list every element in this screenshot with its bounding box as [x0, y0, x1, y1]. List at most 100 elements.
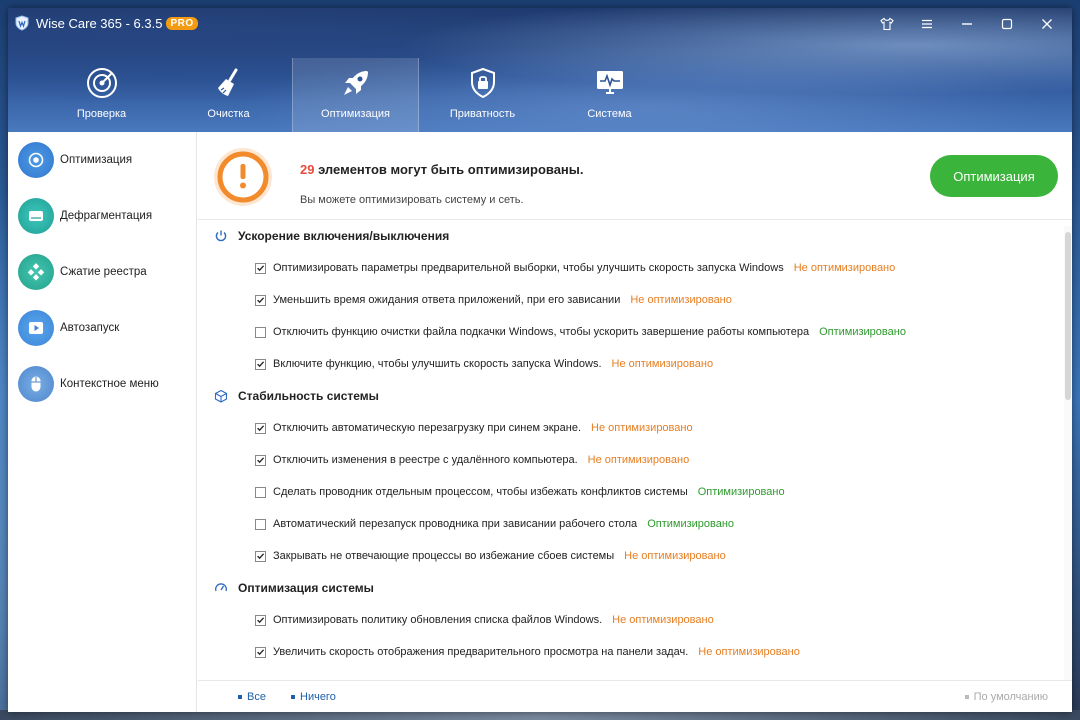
warning-icon [214, 148, 272, 206]
speedometer-icon [215, 583, 227, 592]
lock-shield-icon [470, 67, 495, 99]
select-none-link[interactable]: Ничего [291, 691, 336, 703]
section-header: Ускорение включения/выключения [198, 220, 449, 252]
sidebar-item-label: Автозапуск [60, 322, 120, 334]
option-row[interactable]: Отключить автоматическую перезагрузку пр… [198, 412, 693, 444]
sidebar-item-registry[interactable]: Сжатие реестра [8, 244, 196, 300]
pro-badge: PRO [166, 16, 198, 30]
title-bar: Wise Care 365 - 6.3.5 PRO [8, 8, 1072, 38]
option-row[interactable]: Закрывать не отвечающие процессы во избе… [198, 540, 726, 572]
sidebar-item-optimization[interactable]: Оптимизация [8, 132, 196, 188]
option-status: Не оптимизировано [587, 454, 690, 466]
option-row[interactable]: Автоматический перезапуск проводника при… [198, 508, 734, 540]
bullet-icon [238, 695, 242, 699]
option-status: Не оптимизировано [611, 358, 714, 370]
option-checkbox[interactable] [255, 550, 266, 562]
maximize-icon [1001, 18, 1013, 30]
section-header: Стабильность системы [198, 380, 379, 412]
sidebar-icon-bg [18, 254, 54, 290]
option-status: Оптимизировано [647, 518, 735, 530]
restore-defaults-label: По умолчанию [973, 691, 1048, 703]
sidebar-item-context-menu[interactable]: Контекстное меню [8, 356, 196, 412]
option-row[interactable]: Отключить функцию очистки файла подкачки… [198, 316, 906, 348]
optimization-list: Ускорение включения/выключения Оптимизиро… [198, 220, 1064, 680]
sidebar-icon-bg [18, 198, 54, 234]
option-checkbox[interactable] [255, 294, 266, 306]
option-row[interactable]: Уменьшить время ожидания ответа приложен… [198, 284, 732, 316]
window-controls [870, 12, 1064, 36]
radar-icon [86, 68, 117, 98]
cube-icon [214, 389, 228, 403]
tab-check[interactable]: Проверка [38, 58, 165, 132]
skin-icon [880, 17, 894, 31]
sidebar-item-startup[interactable]: Автозапуск [8, 300, 196, 356]
tab-check-label: Проверка [76, 108, 127, 120]
option-status: Не оптимизировано [630, 294, 732, 306]
option-row[interactable]: Оптимизировать политику обновления списк… [198, 604, 714, 636]
section-title: Стабильность системы [238, 389, 379, 403]
option-checkbox[interactable] [255, 518, 266, 530]
sidebar-item-defrag[interactable]: Дефрагментация [8, 188, 196, 244]
bullet-icon [291, 695, 295, 699]
option-checkbox[interactable] [255, 486, 266, 498]
option-status: Оптимизировано [819, 326, 906, 338]
sidebar-item-label: Контекстное меню [60, 378, 159, 390]
option-row[interactable]: Сделать проводник отдельным процессом, ч… [198, 476, 785, 508]
optimizable-count: 29 [300, 162, 315, 177]
section-title: Ускорение включения/выключения [238, 229, 450, 243]
option-status: Не оптимизировано [793, 262, 896, 274]
restore-defaults-link[interactable]: По умолчанию [964, 691, 1048, 703]
option-row[interactable]: Включите функцию, чтобы улучшить скорост… [198, 348, 713, 380]
tab-clean[interactable]: Очистка [165, 58, 292, 132]
maximize-button[interactable] [990, 12, 1024, 36]
section-title: Оптимизация системы [238, 581, 374, 595]
optimize-button[interactable]: Оптимизация [930, 155, 1058, 197]
sidebar-icon-bg [18, 142, 54, 178]
option-checkbox[interactable] [255, 358, 266, 370]
checkmark-icon [257, 649, 265, 656]
skin-button[interactable] [870, 12, 904, 36]
minimize-button[interactable] [950, 12, 984, 36]
registry-icon [27, 263, 45, 281]
checkmark-icon [257, 617, 265, 624]
option-checkbox[interactable] [255, 454, 266, 466]
summary-title: 29 элементов могут быть оптимизированы. [300, 162, 584, 177]
select-all-link[interactable]: Все [238, 691, 266, 703]
tab-optimize[interactable]: Оптимизация [292, 58, 419, 132]
close-icon [1042, 19, 1052, 29]
select-all-label: Все [247, 691, 266, 703]
summary-subtitle: Вы можете оптимизировать систему и сеть. [300, 194, 524, 206]
broom-icon [217, 68, 237, 96]
option-status: Не оптимизировано [612, 614, 714, 626]
option-label: Отключить функцию очистки файла подкачки… [273, 326, 810, 338]
option-row[interactable]: Оптимизировать параметры предварительной… [198, 252, 895, 284]
option-checkbox[interactable] [255, 614, 266, 626]
option-label: Сделать проводник отдельным процессом, ч… [273, 486, 688, 498]
option-checkbox[interactable] [255, 326, 266, 338]
scrollbar[interactable] [1064, 226, 1072, 680]
option-checkbox[interactable] [255, 262, 266, 274]
option-label: Оптимизировать параметры предварительной… [273, 262, 784, 274]
tab-privacy-label: Приватность [449, 108, 516, 120]
scrollbar-thumb[interactable] [1065, 232, 1071, 400]
rocket-icon [343, 71, 368, 95]
option-checkbox[interactable] [255, 422, 266, 434]
sidebar-icon-bg [18, 310, 54, 346]
power-icon [215, 230, 227, 242]
menu-button[interactable] [910, 12, 944, 36]
mouse-icon [31, 376, 41, 392]
option-status: Не оптимизировано [591, 422, 693, 434]
app-window: Wise Care 365 - 6.3.5 PRO Проверка Очист… [8, 8, 1072, 712]
option-row[interactable]: Увеличить скорость отображения предварит… [198, 636, 800, 668]
sidebar-icon-bg [18, 366, 54, 402]
main-nav: Проверка Очистка Оптимизация Приватность… [38, 58, 673, 132]
option-label: Отключить автоматическую перезагрузку пр… [273, 422, 582, 434]
tab-system[interactable]: Система [546, 58, 673, 132]
tab-privacy[interactable]: Приватность [419, 58, 546, 132]
option-label: Увеличить скорость отображения предварит… [273, 646, 689, 658]
option-checkbox[interactable] [255, 646, 266, 658]
tab-clean-label: Очистка [207, 108, 250, 120]
checkmark-icon [257, 297, 265, 304]
close-button[interactable] [1030, 12, 1064, 36]
option-row[interactable]: Отключить изменения в реестре с удалённо… [198, 444, 689, 476]
